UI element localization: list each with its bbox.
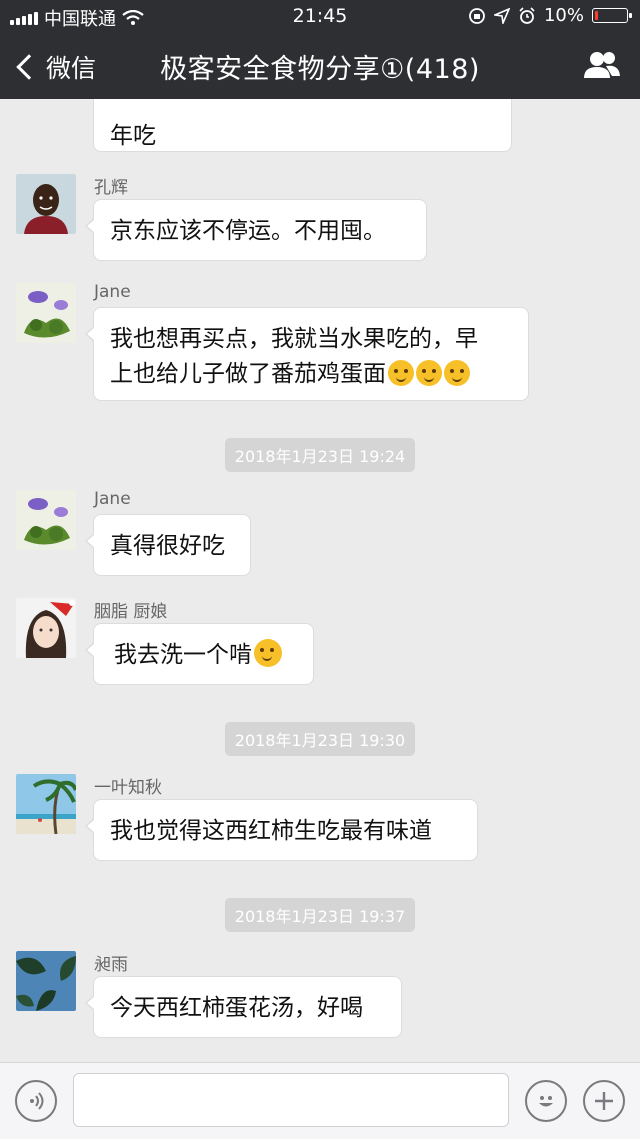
message-bubble[interactable]: 我也想再买点，我就当水果吃的，早 上也给儿子做了番茄鸡蛋面	[85, 307, 529, 401]
status-bar: 中国联通 21:45 10%	[0, 0, 640, 32]
more-button[interactable]	[583, 1080, 625, 1122]
thinking-emoji-icon	[444, 360, 470, 386]
sender-name: 昶雨	[94, 955, 128, 975]
avatar[interactable]	[16, 490, 76, 550]
message-text: 我去洗一个啃	[114, 642, 252, 668]
avatar[interactable]	[16, 174, 76, 234]
timestamp: 2018年1月23日 19:37	[0, 898, 640, 932]
message-text: 我也觉得这西红柿生吃最有味道	[110, 818, 432, 844]
morning-glory-avatar	[16, 283, 76, 343]
blushing-emoji-icon	[254, 639, 282, 667]
group-members-icon[interactable]	[582, 50, 622, 80]
voice-button[interactable]	[15, 1080, 57, 1122]
avatar[interactable]	[16, 774, 76, 834]
smiley-icon	[539, 1096, 553, 1107]
thinking-emoji-icon	[388, 360, 414, 386]
chevron-left-icon	[16, 54, 42, 80]
message-bubble[interactable]: 年吃	[93, 99, 512, 152]
timestamp: 2018年1月23日 19:24	[0, 438, 640, 472]
emoji-button[interactable]	[525, 1080, 567, 1122]
message-text: 我也想再买点，我就当水果吃的，早	[110, 326, 478, 352]
message-text: 今天西红柿蛋花汤，好喝	[110, 995, 363, 1021]
plus-icon	[595, 1092, 613, 1110]
sender-name: 孔辉	[94, 178, 128, 198]
avatar[interactable]	[16, 951, 76, 1011]
timestamp: 2018年1月23日 19:30	[0, 722, 640, 756]
chat-messages[interactable]: 年吃 孔辉 京东应该不停运。不用囤。 Jane 我也想再买点，我就当水果吃的，早…	[0, 99, 640, 1062]
message-text: 年吃	[110, 123, 156, 149]
message-bubble[interactable]: 我去洗一个啃	[85, 623, 314, 685]
sender-name: 胭脂 厨娘	[94, 602, 168, 622]
message-bubble[interactable]: 我也觉得这西红柿生吃最有味道	[85, 799, 478, 861]
sender-name: Jane	[94, 489, 131, 509]
battery-percent: 10%	[543, 5, 584, 26]
message-text: 京东应该不停运。不用囤。	[110, 218, 386, 244]
message-bubble[interactable]: 今天西红柿蛋花汤，好喝	[85, 976, 402, 1038]
battery-icon	[592, 8, 632, 23]
voice-icon	[30, 1092, 44, 1110]
input-bar	[0, 1062, 640, 1139]
message-input[interactable]	[73, 1073, 509, 1127]
back-button[interactable]: 微信	[14, 49, 96, 85]
nav-bar: 微信 极客安全食物分享①(418)	[0, 32, 640, 99]
morning-glory-avatar	[16, 490, 76, 550]
sender-name: Jane	[94, 282, 131, 302]
message-bubble[interactable]: 真得很好吃	[85, 514, 251, 576]
boy-photo-avatar	[16, 174, 76, 234]
woman-santa-hat-avatar	[16, 598, 76, 658]
message-bubble[interactable]: 京东应该不停运。不用囤。	[85, 199, 427, 261]
message-text: 上也给儿子做了番茄鸡蛋面	[110, 361, 386, 387]
message-text: 真得很好吃	[110, 533, 225, 559]
avatar[interactable]	[16, 283, 76, 343]
beach-palm-avatar	[16, 774, 76, 834]
top-bar: 中国联通 21:45 10% 微信 极客安全食物分享①(418)	[0, 0, 640, 99]
sender-name: 一叶知秋	[94, 778, 162, 798]
leaves-sky-avatar	[16, 951, 76, 1011]
orientation-lock-icon	[469, 7, 485, 24]
avatar[interactable]	[16, 598, 76, 658]
location-icon	[493, 7, 510, 24]
thinking-emoji-icon	[416, 360, 442, 386]
alarm-icon	[519, 6, 535, 24]
chat-title: 极客安全食物分享①(418)	[160, 54, 480, 85]
back-label: 微信	[46, 54, 97, 83]
battery-level	[595, 11, 598, 20]
